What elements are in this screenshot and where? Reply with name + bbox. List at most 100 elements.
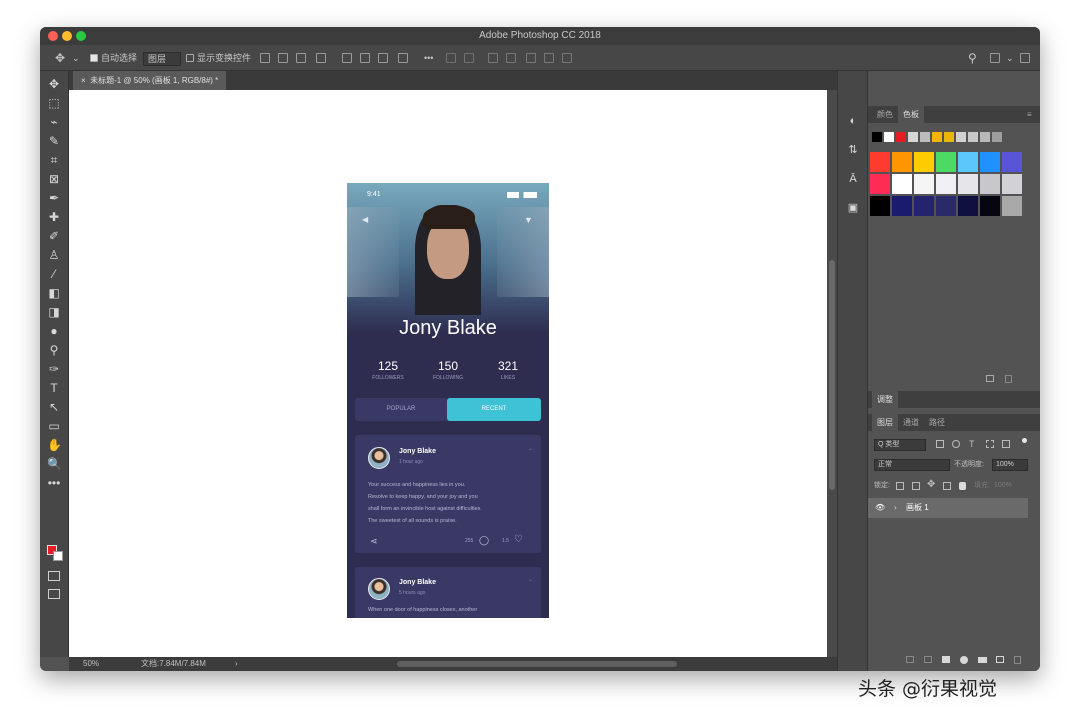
gradient-tool-icon[interactable]: ◨: [47, 305, 61, 319]
align-left-icon[interactable]: [260, 53, 270, 63]
eraser-tool-icon[interactable]: ◧: [47, 286, 61, 300]
add-mask-icon[interactable]: [942, 656, 950, 663]
delete-swatch-icon[interactable]: [1005, 375, 1012, 383]
filter-pixel-icon[interactable]: [936, 440, 944, 448]
scroll-thumb[interactable]: [829, 260, 835, 490]
swatch[interactable]: [980, 174, 1000, 194]
3d-drag-icon[interactable]: [506, 53, 516, 63]
comment-icon[interactable]: ◯: [479, 535, 489, 546]
distribute-horizontal-icon[interactable]: [398, 53, 408, 63]
layer-filter-dropdown[interactable]: Q 类型: [874, 439, 926, 451]
delete-layer-icon[interactable]: [1014, 656, 1021, 664]
lock-pixels-icon[interactable]: [896, 482, 904, 490]
new-group-icon[interactable]: [978, 657, 987, 663]
horizontal-scroll-thumb[interactable]: [397, 661, 677, 667]
libraries-panel-icon[interactable]: ▣: [847, 202, 859, 214]
post-more-icon[interactable]: ⌄: [528, 445, 533, 452]
zoom-level[interactable]: 50%: [83, 657, 99, 671]
vertical-scrollbar[interactable]: [827, 90, 837, 657]
swatch[interactable]: [944, 132, 954, 142]
auto-select-dropdown[interactable]: 图层: [143, 52, 182, 66]
filter-type-icon[interactable]: T: [969, 440, 975, 449]
swatch[interactable]: [892, 196, 912, 216]
3d-slide-icon[interactable]: [526, 53, 536, 63]
opacity-field[interactable]: 100%: [992, 459, 1028, 471]
align-center-icon[interactable]: [278, 53, 288, 63]
blend-mode-dropdown[interactable]: 正常: [874, 459, 950, 471]
tab-popular[interactable]: POPULAR: [355, 398, 447, 421]
swatch[interactable]: [958, 174, 978, 194]
swatch[interactable]: [932, 132, 942, 142]
post-more-icon[interactable]: ⌄: [528, 576, 533, 583]
workspace-chevron-icon[interactable]: ⌄: [1006, 51, 1014, 65]
swatch[interactable]: [1002, 174, 1022, 194]
filter-toggle-icon[interactable]: [1022, 438, 1027, 443]
history-brush-tool-icon[interactable]: ⁄: [47, 267, 61, 281]
3d-mode-icon[interactable]: [446, 53, 456, 63]
back-icon[interactable]: ◀: [362, 215, 368, 224]
swatch[interactable]: [980, 132, 990, 142]
swatch[interactable]: [892, 174, 912, 194]
lock-brush-icon[interactable]: [912, 482, 920, 490]
move-tool-icon[interactable]: ✥: [55, 51, 65, 65]
new-layer-icon[interactable]: [996, 656, 1004, 663]
swatch[interactable]: [992, 132, 1002, 142]
crop-tool-icon[interactable]: ⌗: [47, 153, 61, 167]
document-tab[interactable]: × 未标题-1 @ 50% (画板 1, RGB/8#) *: [73, 71, 227, 90]
properties-panel-icon[interactable]: ⇅: [847, 144, 859, 156]
filter-adjustment-icon[interactable]: [952, 440, 960, 448]
swatch[interactable]: [870, 152, 890, 172]
filter-icon[interactable]: ▼: [524, 215, 533, 225]
post-card[interactable]: Jony Blake 1 hour ago ⌄ Your success and…: [355, 435, 541, 553]
share-icon[interactable]: ⋖: [370, 536, 378, 547]
more-options-icon[interactable]: •••: [424, 51, 433, 65]
panel-menu-icon[interactable]: ≡: [1022, 106, 1037, 123]
distribute-middle-icon[interactable]: [360, 53, 370, 63]
swatch[interactable]: [870, 174, 890, 194]
quick-select-tool-icon[interactable]: ✎: [47, 134, 61, 148]
lock-artboard-icon[interactable]: [943, 482, 951, 490]
swatch[interactable]: [870, 196, 890, 216]
filter-shape-icon[interactable]: [986, 440, 994, 448]
hand-tool-icon[interactable]: ✋: [47, 438, 62, 452]
rectangle-tool-icon[interactable]: ▭: [47, 419, 61, 433]
swatch[interactable]: [958, 152, 978, 172]
screen-mode-icon[interactable]: [48, 589, 60, 599]
fill-value[interactable]: 100%: [994, 481, 1012, 491]
swatch[interactable]: [908, 132, 918, 142]
tab-layers[interactable]: 图层: [872, 414, 898, 431]
swatch[interactable]: [872, 132, 882, 142]
swatch[interactable]: [896, 132, 906, 142]
background-color-swatch[interactable]: [53, 551, 63, 561]
3d-roll-icon[interactable]: [488, 53, 498, 63]
zoom-tool-icon[interactable]: 🔍: [47, 457, 62, 471]
tab-paths[interactable]: 路径: [924, 414, 950, 431]
frame-tool-icon[interactable]: ⊠: [47, 172, 61, 186]
layer-name[interactable]: 画板 1: [906, 503, 929, 513]
tab-channels[interactable]: 通道: [898, 414, 924, 431]
heart-icon[interactable]: ♡: [514, 534, 523, 545]
swatch[interactable]: [892, 152, 912, 172]
expand-arrow-icon[interactable]: ›: [894, 503, 897, 513]
swatch[interactable]: [1002, 196, 1022, 216]
layer-row-artboard[interactable]: 👁 › 画板 1: [868, 498, 1028, 518]
swatch[interactable]: [968, 132, 978, 142]
swatch[interactable]: [884, 132, 894, 142]
swatch[interactable]: [936, 196, 956, 216]
adjustment-layer-icon[interactable]: [960, 656, 968, 664]
pen-tool-icon[interactable]: ✑: [47, 362, 61, 376]
link-layers-icon[interactable]: [906, 656, 914, 663]
move-tool-icon[interactable]: ✥: [47, 77, 61, 91]
align-top-icon[interactable]: [316, 53, 326, 63]
tab-adjustments[interactable]: 调整: [872, 391, 898, 408]
tab-color[interactable]: 颜色: [872, 106, 898, 123]
character-panel-icon[interactable]: Ā: [847, 173, 859, 185]
align-right-icon[interactable]: [296, 53, 306, 63]
marquee-tool-icon[interactable]: ⬚: [47, 96, 61, 110]
distribute-top-icon[interactable]: [342, 53, 352, 63]
lasso-tool-icon[interactable]: ⌁: [47, 115, 61, 129]
swatch[interactable]: [936, 152, 956, 172]
tab-swatches[interactable]: 色板: [898, 106, 924, 123]
tab-recent[interactable]: RECENT: [447, 398, 541, 421]
swatch[interactable]: [980, 196, 1000, 216]
